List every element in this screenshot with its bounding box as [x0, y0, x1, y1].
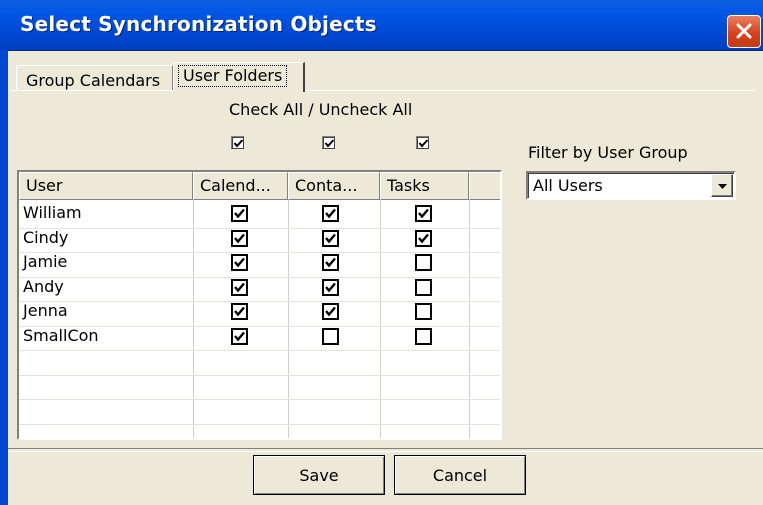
check-all-contacts-checkbox[interactable]	[322, 136, 335, 149]
user-calendar-checkbox[interactable]	[231, 278, 248, 296]
user-tasks-checkbox[interactable]	[415, 327, 432, 345]
user-tasks-checkbox[interactable]	[415, 303, 432, 320]
user-tasks-checkbox[interactable]	[415, 254, 432, 271]
user-contacts-checkbox[interactable]	[322, 254, 339, 271]
check-all-calendar-checkbox[interactable]	[231, 136, 244, 149]
column-divider	[380, 200, 381, 438]
user-contacts-checkbox[interactable]	[322, 327, 339, 345]
checkmark-icon	[325, 282, 336, 292]
user-name-cell: SmallCon	[23, 325, 99, 345]
tab-user-folders[interactable]: User Folders	[173, 62, 305, 92]
user-calendar-checkbox[interactable]	[231, 303, 248, 320]
user-tasks-checkbox[interactable]	[415, 205, 432, 222]
row-gridline	[19, 301, 500, 302]
chevron-down-icon	[718, 184, 727, 189]
row-gridline	[19, 227, 500, 229]
checkmark-icon	[234, 257, 245, 268]
column-header-blank	[469, 172, 500, 200]
checkmark-icon	[234, 233, 245, 243]
checkmark-icon	[325, 208, 336, 219]
check-all-tasks-checkbox[interactable]	[416, 136, 429, 149]
row-gridline	[19, 423, 500, 425]
checkmark-icon	[234, 306, 245, 317]
user-name-cell: Jenna	[23, 301, 68, 320]
user-group-select[interactable]: All Users	[526, 171, 736, 200]
tab-label: User Folders	[178, 65, 288, 87]
checkmark-icon	[234, 208, 245, 219]
column-header-tasks[interactable]: Tasks	[380, 172, 469, 200]
user-name-cell: Jamie	[23, 252, 68, 271]
column-divider	[193, 200, 194, 438]
column-header-contacts[interactable]: Conta...	[288, 172, 380, 200]
save-button[interactable]: Save	[253, 455, 385, 495]
checkmark-icon	[325, 257, 336, 268]
user-calendar-checkbox[interactable]	[231, 327, 248, 345]
checkmark-icon	[418, 233, 429, 243]
tab-group-calendars[interactable]: Group Calendars	[16, 65, 173, 90]
row-gridline	[19, 350, 500, 351]
title-bar[interactable]: Select Synchronization Objects	[0, 0, 763, 51]
filter-label: Filter by User Group	[528, 143, 688, 162]
cancel-button[interactable]: Cancel	[394, 455, 526, 495]
user-grid[interactable]: User Calend... Conta... Tasks William Cin…	[17, 170, 502, 440]
checkmark-icon	[325, 306, 336, 317]
close-icon	[736, 23, 752, 39]
row-gridline	[19, 276, 500, 278]
checkmark-icon	[234, 282, 245, 292]
user-group-select-value: All Users	[533, 176, 603, 195]
user-name-cell: Andy	[23, 276, 64, 296]
row-gridline	[19, 399, 500, 400]
user-tasks-checkbox[interactable]	[415, 278, 432, 296]
checkmark-icon	[325, 233, 336, 243]
column-divider	[469, 200, 470, 438]
column-header-calendar[interactable]: Calend...	[193, 172, 288, 200]
row-gridline	[19, 374, 500, 376]
tab-label: Group Calendars	[26, 71, 161, 90]
user-calendar-checkbox[interactable]	[231, 254, 248, 271]
checkmark-icon	[418, 208, 429, 219]
user-name-cell: Cindy	[23, 227, 69, 247]
user-calendar-checkbox[interactable]	[231, 229, 248, 247]
column-header-user[interactable]: User	[19, 172, 193, 200]
footer-separator	[8, 448, 763, 452]
checkmark-icon	[233, 139, 244, 148]
user-contacts-checkbox[interactable]	[322, 278, 339, 296]
dropdown-button[interactable]	[711, 174, 733, 197]
user-calendar-checkbox[interactable]	[231, 205, 248, 222]
window-title: Select Synchronization Objects	[20, 12, 377, 36]
row-gridline	[19, 252, 500, 253]
checkmark-icon	[234, 331, 245, 341]
user-contacts-checkbox[interactable]	[322, 229, 339, 247]
window-frame	[0, 50, 8, 505]
column-divider	[288, 200, 289, 438]
user-name-cell: William	[23, 203, 82, 222]
checkmark-icon	[324, 139, 335, 148]
user-contacts-checkbox[interactable]	[322, 205, 339, 222]
checkmark-icon	[418, 139, 429, 148]
close-button[interactable]	[727, 15, 761, 48]
check-all-label: Check All / Uncheck All	[229, 100, 413, 119]
user-tasks-checkbox[interactable]	[415, 229, 432, 247]
user-contacts-checkbox[interactable]	[322, 303, 339, 320]
